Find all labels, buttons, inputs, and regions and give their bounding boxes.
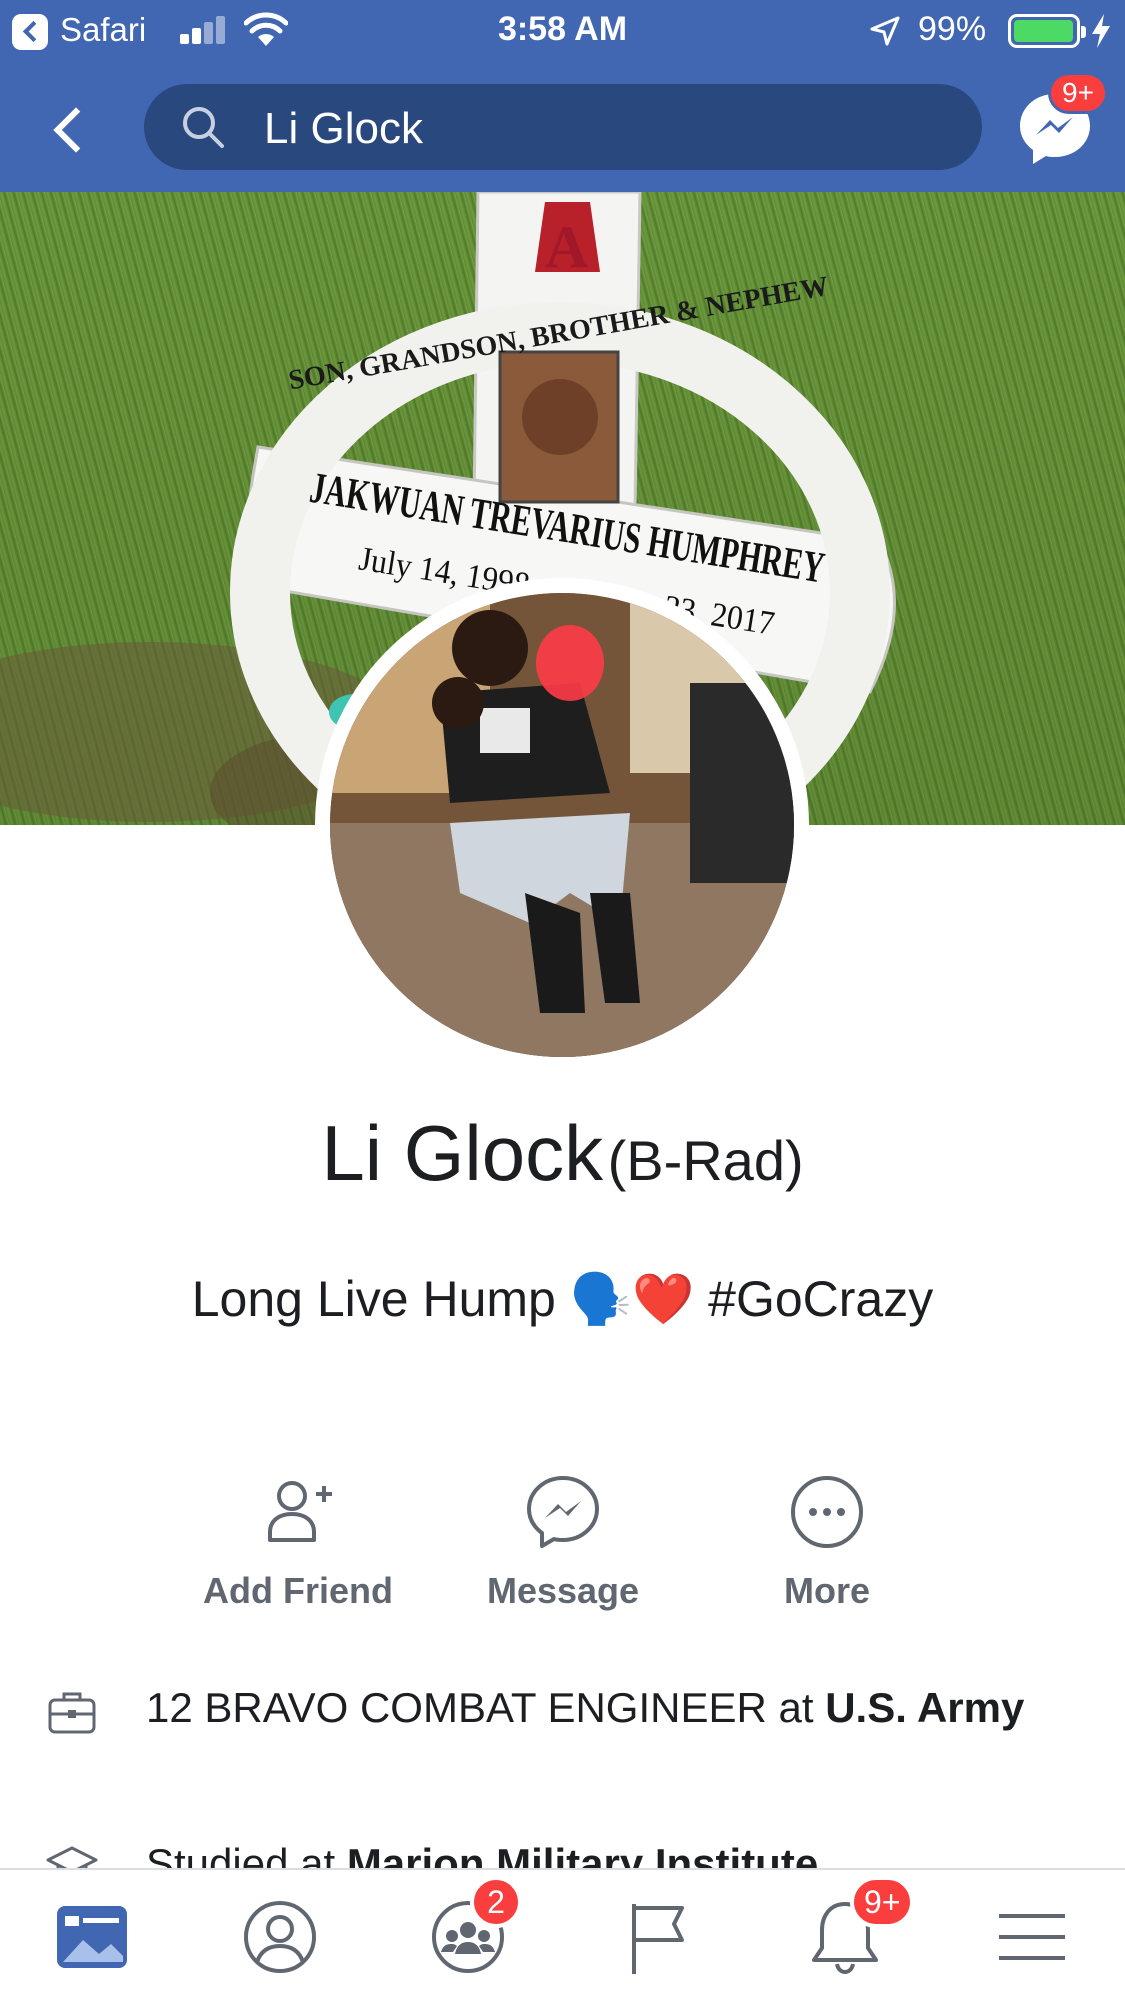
battery-icon xyxy=(1008,14,1086,48)
nav-bar: Li Glock 9+ xyxy=(0,62,1125,192)
bottom-tab-bar: 2 9+ xyxy=(0,1868,1125,2001)
news-feed-icon[interactable] xyxy=(47,1892,137,1982)
back-button[interactable] xyxy=(40,92,100,162)
profile-name: Li Glock (B-Rad) xyxy=(0,1108,1125,1199)
work-position: 12 BRAVO COMBAT ENGINEER at xyxy=(146,1684,826,1731)
status-bar: Safari 3:58 AM 99% xyxy=(0,0,1125,62)
intro-education-text: Studied at Marion Military Institute xyxy=(146,1836,1026,1868)
battery-percentage: 99% xyxy=(918,10,987,48)
messenger-badge: 9+ xyxy=(1048,72,1108,114)
add-friend-icon xyxy=(268,1481,332,1542)
profile-bio: Long Live Hump 🗣️❤️ #GoCrazy xyxy=(191,1271,934,1327)
education-prefix: Studied at xyxy=(146,1840,347,1868)
profile-alternate-name: (B-Rad) xyxy=(607,1129,804,1192)
menu-icon[interactable] xyxy=(987,1892,1077,1982)
briefcase-icon xyxy=(48,1692,96,1734)
message-label: Message xyxy=(486,1570,640,1611)
add-friend-label: Add Friend xyxy=(203,1570,393,1611)
profile-name-main: Li Glock xyxy=(321,1109,604,1197)
intro-work-text: 12 BRAVO COMBAT ENGINEER at U.S. Army xyxy=(146,1680,1026,1736)
add-friend-button[interactable]: Add Friend xyxy=(183,1472,413,1632)
intro-work-row: 12 BRAVO COMBAT ENGINEER at U.S. Army xyxy=(0,1680,1125,1800)
flag-icon[interactable] xyxy=(612,1892,702,1982)
search-bar[interactable]: Li Glock xyxy=(144,84,982,170)
more-button[interactable]: More xyxy=(712,1472,942,1632)
more-icon xyxy=(791,1476,863,1548)
more-label: More xyxy=(783,1570,870,1611)
message-button[interactable]: Message xyxy=(448,1472,678,1632)
graduation-cap-icon xyxy=(46,1846,98,1868)
intro-education-row: Studied at Marion Military Institute xyxy=(0,1836,1125,1868)
work-organization-link[interactable]: U.S. Army xyxy=(825,1684,1024,1731)
profile-picture[interactable] xyxy=(330,593,794,1057)
search-icon xyxy=(183,107,224,148)
search-input[interactable]: Li Glock xyxy=(264,104,423,154)
profile-photo-image xyxy=(330,593,794,1057)
education-school-link[interactable]: Marion Military Institute xyxy=(347,1840,818,1868)
svg-text:A: A xyxy=(545,214,588,280)
charging-bolt-icon xyxy=(1092,14,1110,48)
profile-icon[interactable] xyxy=(235,1892,325,1982)
messenger-icon xyxy=(527,1476,599,1548)
location-arrow-icon xyxy=(870,16,900,46)
notifications-badge: 9+ xyxy=(850,1876,915,1928)
groups-badge: 2 xyxy=(470,1876,522,1928)
